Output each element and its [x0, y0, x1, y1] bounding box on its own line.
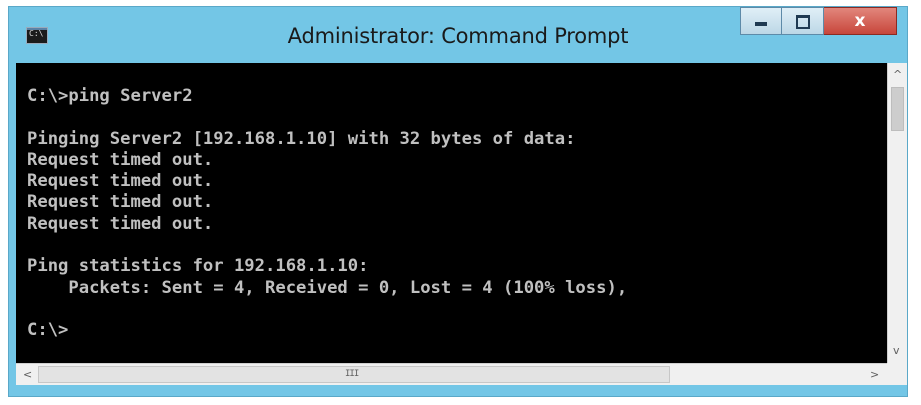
command-prompt-window: C:\ Administrator: Command Prompt x C:\>… — [8, 6, 908, 397]
vertical-scroll-thumb[interactable] — [891, 87, 904, 131]
vertical-scrollbar[interactable]: ^ v — [887, 63, 907, 363]
minimize-icon — [755, 22, 767, 26]
title-bar[interactable]: C:\ Administrator: Command Prompt x — [9, 7, 907, 63]
minimize-button[interactable] — [740, 7, 782, 35]
horizontal-scrollbar[interactable]: < III > — [16, 363, 887, 385]
close-icon: x — [854, 11, 866, 31]
scroll-down-icon[interactable]: v — [893, 345, 900, 356]
scrollbar-corner — [887, 363, 907, 385]
scroll-left-icon[interactable]: < — [23, 369, 32, 380]
close-button[interactable]: x — [824, 7, 897, 35]
console-output-area[interactable]: C:\>ping Server2 Pinging Server2 [192.16… — [16, 63, 887, 363]
maximize-icon — [796, 15, 810, 29]
horizontal-scroll-thumb[interactable]: III — [38, 366, 670, 383]
scroll-grip-icon: III — [345, 369, 359, 379]
scroll-right-icon[interactable]: > — [870, 369, 879, 380]
scroll-up-icon[interactable]: ^ — [893, 69, 902, 80]
console-text: C:\>ping Server2 Pinging Server2 [192.16… — [27, 86, 628, 341]
maximize-button[interactable] — [782, 7, 824, 35]
